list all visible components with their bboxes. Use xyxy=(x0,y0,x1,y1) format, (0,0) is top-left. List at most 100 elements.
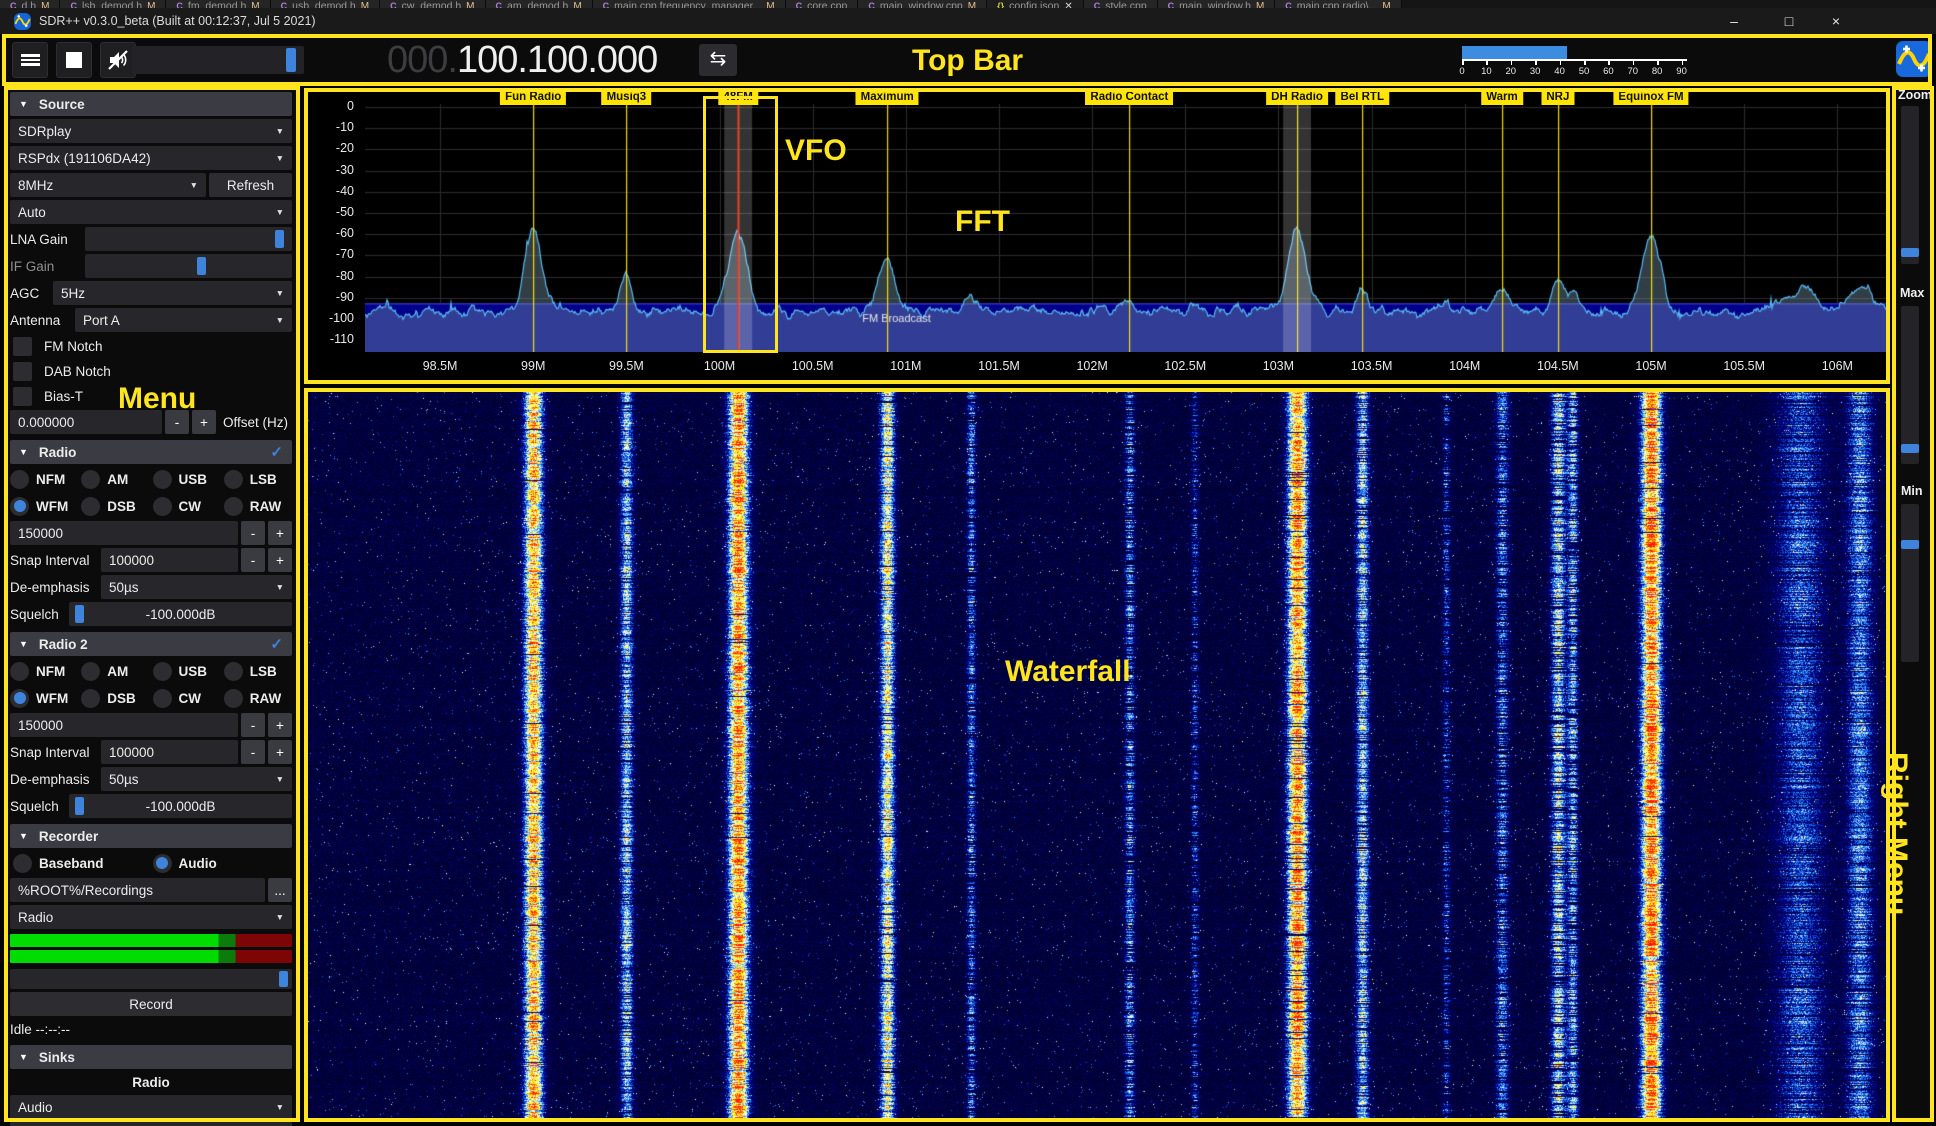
station-label-nrj[interactable]: NRJ xyxy=(1541,89,1574,105)
radio-mode-cw[interactable]: CW xyxy=(153,494,221,518)
radio2-section-header[interactable]: ▼ Radio 2 ✓ xyxy=(10,632,292,656)
editor-tab[interactable]: Cam_demod.hM xyxy=(486,0,593,8)
editor-tab[interactable]: {}config.json✕ xyxy=(987,0,1084,8)
editor-tab[interactable]: Clsb_demod.hM xyxy=(60,0,166,8)
sink-device-select[interactable]: Speakers (Realtek High Definition Audio)… xyxy=(10,1122,292,1126)
radio-mode-usb[interactable]: USB xyxy=(153,467,221,491)
close-icon[interactable]: ✕ xyxy=(1064,0,1072,8)
station-label-musiq3[interactable]: Musiq3 xyxy=(602,89,652,105)
offset-input[interactable]: 0.000000 xyxy=(10,410,162,434)
deemphasis-select[interactable]: 50µs▼ xyxy=(101,767,292,791)
editor-tab[interactable]: Cmain.cpp frequency_manager...M xyxy=(593,0,786,8)
radio2-mode-wfm[interactable]: WFM xyxy=(10,686,78,710)
radio-mode-wfm[interactable]: WFM xyxy=(10,494,78,518)
bandwidth-plus-button[interactable]: + xyxy=(268,713,292,737)
stop-button[interactable] xyxy=(56,42,92,78)
mute-button[interactable] xyxy=(100,42,136,78)
agc-select[interactable]: 5Hz▼ xyxy=(53,281,292,305)
station-label-48fm[interactable]: 48FM xyxy=(718,89,757,105)
volume-slider[interactable] xyxy=(132,46,304,74)
editor-tab[interactable]: Cd.hM xyxy=(0,0,60,8)
record-button[interactable]: Record xyxy=(10,992,292,1016)
dab-notch-checkbox[interactable]: DAB Notch xyxy=(10,360,292,382)
bandwidth-minus-button[interactable]: - xyxy=(241,521,265,545)
bandwidth-plus-button[interactable]: + xyxy=(268,521,292,545)
radio-mode-lsb[interactable]: LSB xyxy=(224,467,292,491)
maximize-button[interactable]: □ xyxy=(1769,8,1809,34)
slider-handle[interactable] xyxy=(1901,248,1919,257)
max-slider[interactable] xyxy=(1901,306,1919,464)
minimize-button[interactable]: – xyxy=(1714,8,1754,34)
radio-section-header[interactable]: ▼ Radio ✓ xyxy=(10,440,292,464)
fft-plot-canvas[interactable] xyxy=(365,87,1888,352)
snap-minus-button[interactable]: - xyxy=(241,740,265,764)
source-driver-select[interactable]: SDRplay▼ xyxy=(10,119,292,143)
deemphasis-select[interactable]: 50µs▼ xyxy=(101,575,292,599)
editor-tab[interactable]: Cusb_demod.hM xyxy=(271,0,380,8)
editor-tab[interactable]: Ccore.cpp xyxy=(786,0,859,8)
min-slider[interactable] xyxy=(1901,504,1919,662)
squelch-slider[interactable]: -100.000dB xyxy=(69,794,292,818)
enabled-check-icon[interactable]: ✓ xyxy=(270,635,283,653)
recording-path-input[interactable]: %ROOT%/Recordings xyxy=(10,878,265,902)
editor-tab[interactable]: Cmain.cpp radio\...M xyxy=(1275,0,1401,8)
radio2-mode-raw[interactable]: RAW xyxy=(224,686,292,710)
sink-type-select[interactable]: Audio▼ xyxy=(10,1095,292,1119)
recorder-mode-audio[interactable]: Audio xyxy=(153,851,293,875)
recorder-volume-slider[interactable] xyxy=(10,969,292,989)
station-label-equinox-fm[interactable]: Equinox FM xyxy=(1613,89,1688,105)
snap-plus-button[interactable]: + xyxy=(268,740,292,764)
snap-interval-input[interactable]: 100000 xyxy=(101,740,238,764)
radio2-mode-usb[interactable]: USB xyxy=(153,659,221,683)
close-button[interactable]: × xyxy=(1816,8,1856,34)
radio2-mode-am[interactable]: AM xyxy=(81,659,149,683)
radio-bandwidth-input[interactable]: 150000 xyxy=(10,521,238,545)
slider-handle[interactable] xyxy=(1901,444,1919,453)
snap-minus-button[interactable]: - xyxy=(241,548,265,572)
sinks-section-header[interactable]: ▼ Sinks xyxy=(10,1045,292,1069)
station-label-maximum[interactable]: Maximum xyxy=(856,89,919,105)
slider-handle[interactable] xyxy=(279,971,288,987)
radio2-mode-lsb[interactable]: LSB xyxy=(224,659,292,683)
editor-tab[interactable]: Cmain_window.cppM xyxy=(858,0,987,8)
frequency-display[interactable]: 000.100.100.000 xyxy=(387,36,657,84)
station-label-bel-rtl[interactable]: Bel RTL xyxy=(1336,89,1389,105)
lna-gain-slider[interactable] xyxy=(85,227,292,251)
waterfall-canvas[interactable] xyxy=(308,392,1886,1118)
radio-mode-nfm[interactable]: NFM xyxy=(10,467,78,491)
titlebar[interactable]: SDR++ v0.3.0_beta (Built at 00:12:37, Ju… xyxy=(0,8,1936,34)
bandwidth-minus-button[interactable]: - xyxy=(241,713,265,737)
radio2-mode-cw[interactable]: CW xyxy=(153,686,221,710)
station-label-dh-radio[interactable]: DH Radio xyxy=(1266,89,1328,105)
snap-plus-button[interactable]: + xyxy=(268,548,292,572)
radio-mode-am[interactable]: AM xyxy=(81,467,149,491)
gain-mode-select[interactable]: Auto▼ xyxy=(10,200,292,224)
editor-tab[interactable]: Cstyle.cpp xyxy=(1084,0,1158,8)
refresh-button[interactable]: Refresh xyxy=(209,173,292,197)
enabled-check-icon[interactable]: ✓ xyxy=(270,443,283,461)
antenna-select[interactable]: Port A▼ xyxy=(75,308,292,332)
station-label-radio-contact[interactable]: Radio Contact xyxy=(1085,89,1173,105)
browse-button[interactable]: ... xyxy=(268,878,292,902)
if-gain-slider[interactable] xyxy=(85,254,292,278)
station-label-warm[interactable]: Warm xyxy=(1481,89,1523,105)
offset-plus-button[interactable]: + xyxy=(192,410,216,434)
swap-button[interactable]: ⇆ xyxy=(699,44,737,76)
volume-handle[interactable] xyxy=(286,48,296,72)
radio2-mode-dsb[interactable]: DSB xyxy=(81,686,149,710)
editor-tab[interactable]: Cmain_window.hM xyxy=(1158,0,1276,8)
slider-handle[interactable] xyxy=(1901,540,1919,549)
offset-minus-button[interactable]: - xyxy=(165,410,189,434)
slider-handle[interactable] xyxy=(275,230,284,248)
bias-t-checkbox[interactable]: Bias-T xyxy=(10,385,292,407)
editor-tab[interactable]: Ccw_demod.hM xyxy=(380,0,485,8)
radio-mode-dsb[interactable]: DSB xyxy=(81,494,149,518)
source-device-select[interactable]: RSPdx (191106DA42)▼ xyxy=(10,146,292,170)
recorder-mode-baseband[interactable]: Baseband xyxy=(13,851,150,875)
snap-interval-input[interactable]: 100000 xyxy=(101,548,238,572)
editor-tab[interactable]: Cfm_demod.hM xyxy=(166,0,270,8)
sample-rate-select[interactable]: 8MHz▼ xyxy=(10,173,206,197)
radio2-mode-nfm[interactable]: NFM xyxy=(10,659,78,683)
slider-handle[interactable] xyxy=(197,257,206,275)
squelch-slider[interactable]: -100.000dB xyxy=(69,602,292,626)
